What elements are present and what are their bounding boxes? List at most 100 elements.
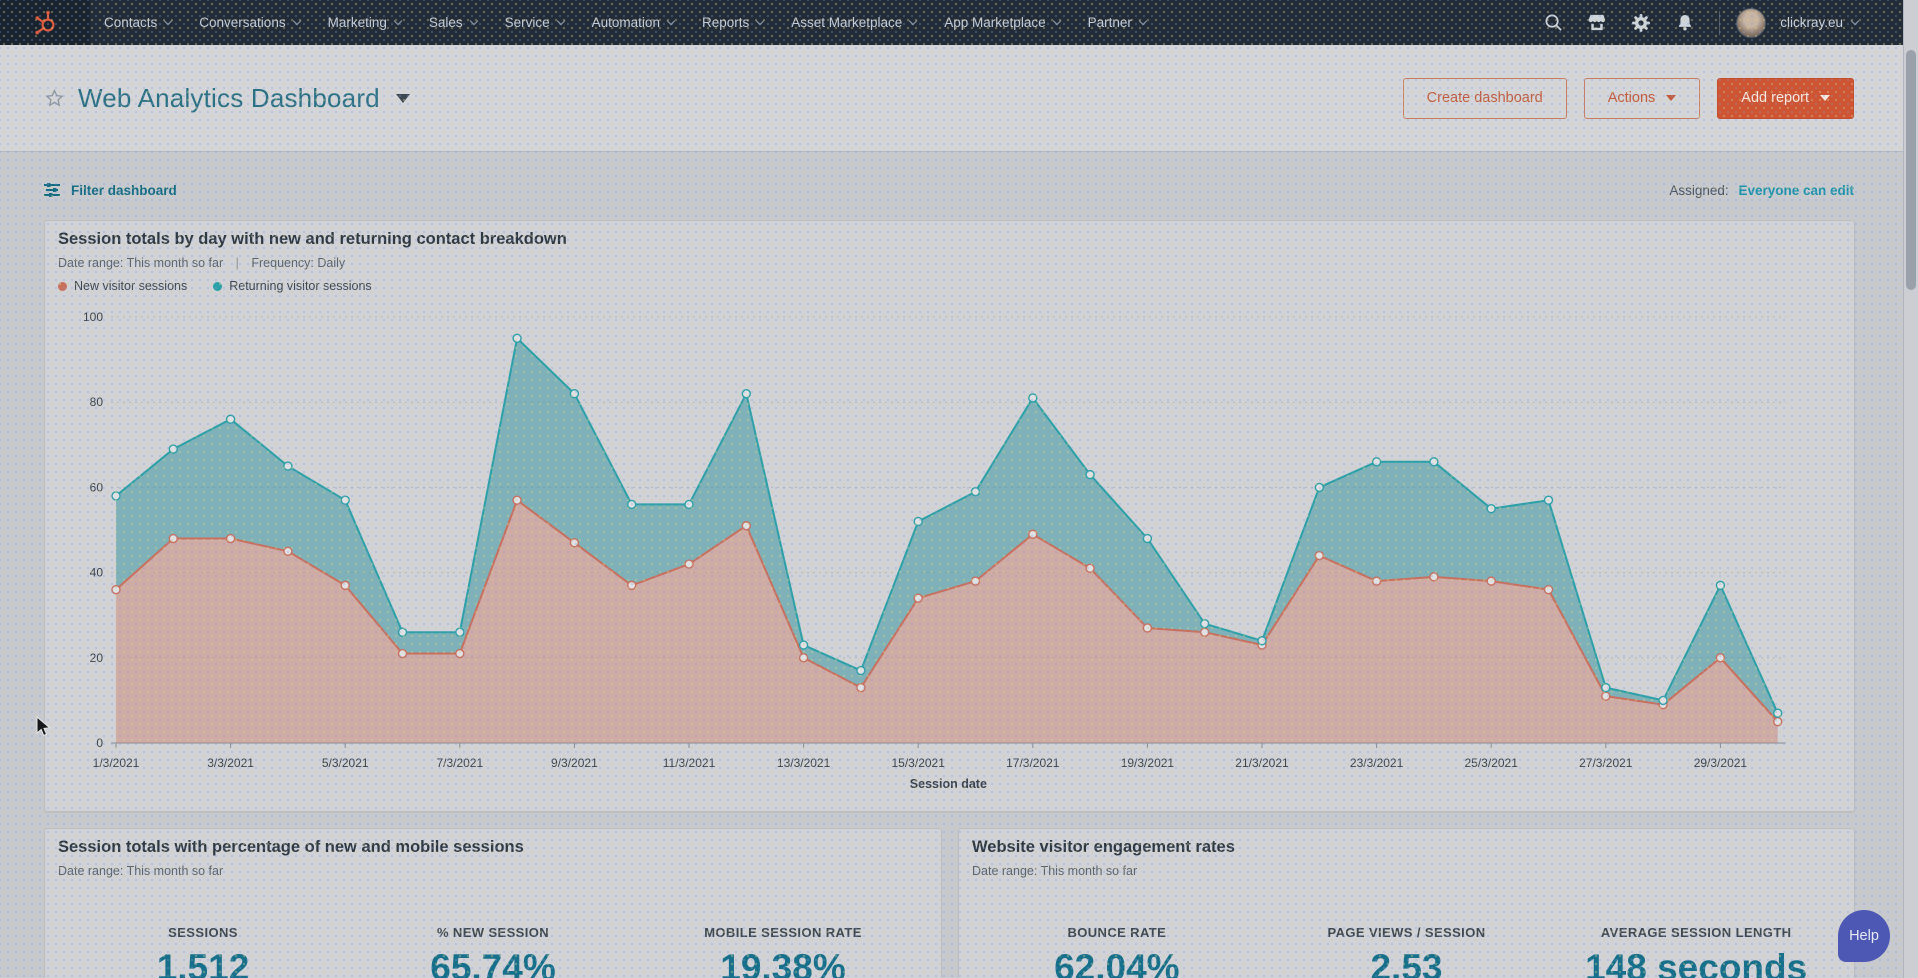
help-button[interactable]: Help [1838,910,1890,962]
nav-item-reports[interactable]: Reports [688,0,777,45]
page-scrollbar[interactable] [1903,0,1918,978]
nav-item-asset-marketplace[interactable]: Asset Marketplace [777,0,930,45]
metric-label: SESSIONS [58,925,348,940]
metrics-row: BOUNCE RATE62.04%PAGE VIEWS / SESSION 2.5… [972,925,1841,978]
nav-item-label: Contacts [104,15,157,30]
nav-menu: Contacts Conversations Marketing Sales Servi… [90,0,1160,45]
dashboard-header: Web Analytics Dashboard Create dashboard… [0,45,1918,152]
metric: BOUNCE RATE62.04% [972,925,1262,978]
user-avatar[interactable] [1736,8,1766,38]
date-range-label: Date range: [58,256,123,270]
svg-text:11/3/2021: 11/3/2021 [663,756,716,770]
nav-item-label: Automation [592,15,660,30]
chevron-down-icon [909,16,917,24]
svg-text:60: 60 [90,480,104,494]
legend-dot-icon [58,282,67,291]
chart-legend: New visitor sessions Returning visitor se… [58,279,1841,293]
nav-item-app-marketplace[interactable]: App Marketplace [930,0,1073,45]
hubspot-logo[interactable] [0,0,90,45]
metric: AVERAGE SESSION LENGTH148 seconds [1551,925,1841,978]
scrollbar-thumb[interactable] [1906,50,1916,290]
nav-item-label: App Marketplace [944,15,1045,30]
svg-text:17/3/2021: 17/3/2021 [1006,756,1060,770]
svg-text:23/3/2021: 23/3/2021 [1350,756,1404,770]
create-dashboard-label: Create dashboard [1427,90,1543,106]
metric-label: AVERAGE SESSION LENGTH [1551,925,1841,940]
nav-item-label: Asset Marketplace [791,15,902,30]
sessions-chart-card: 0204060801001/3/20213/3/20215/3/20217/3/… [44,220,1855,812]
page-title: Web Analytics Dashboard [78,83,380,114]
chevron-down-icon [394,16,402,24]
svg-text:25/3/2021: 25/3/2021 [1465,756,1519,770]
caret-down-icon [1666,95,1676,101]
nav-item-label: Reports [702,15,749,30]
nav-item-conversations[interactable]: Conversations [185,0,313,45]
create-dashboard-button[interactable]: Create dashboard [1403,78,1567,119]
card-title: Website visitor engagement rates [972,838,1841,857]
chevron-down-icon [667,16,675,24]
sessions-area-chart: 0204060801001/3/20213/3/20215/3/20217/3/… [45,221,1854,811]
card-title: Session totals with percentage of new an… [58,838,928,857]
chevron-down-icon [1851,16,1859,24]
nav-item-label: Marketing [328,15,387,30]
actions-button[interactable]: Actions [1584,78,1701,119]
nav-item-contacts[interactable]: Contacts [90,0,185,45]
chevron-down-icon [556,16,564,24]
chevron-down-icon [164,16,172,24]
chevron-down-icon [469,16,477,24]
engagement-rates-card: Website visitor engagement rates Date ra… [958,828,1855,978]
metric-value: 2.53 [1262,947,1552,978]
date-range-value: This month so far [127,864,224,878]
account-menu[interactable]: clickray.eu [1780,15,1858,30]
session-totals-card: Session totals with percentage of new an… [44,828,942,978]
favorite-star-icon[interactable] [44,88,65,109]
search-icon[interactable] [1535,5,1571,41]
svg-text:29/3/2021: 29/3/2021 [1694,756,1748,770]
svg-text:0: 0 [96,736,103,750]
metric-label: PAGE VIEWS / SESSION [1262,925,1552,940]
dashboard-toolbar: Filter dashboard Assigned: Everyone can … [44,178,1854,202]
dashboard-switcher-caret[interactable] [396,94,410,103]
add-report-button[interactable]: Add report [1717,78,1854,119]
nav-item-service[interactable]: Service [491,0,578,45]
assigned-label: Assigned: [1669,183,1728,198]
metric: PAGE VIEWS / SESSION 2.53 [1262,925,1552,978]
marketplace-icon[interactable] [1579,5,1615,41]
metric: MOBILE SESSION RATE19.38% [638,925,928,978]
caret-down-icon [1820,95,1830,101]
nav-item-label: Sales [429,15,463,30]
legend-item[interactable]: New visitor sessions [58,279,187,293]
nav-item-marketing[interactable]: Marketing [314,0,415,45]
date-range-label: Date range: [972,864,1037,878]
nav-right-tools: clickray.eu [1535,5,1918,41]
settings-icon[interactable] [1623,5,1659,41]
header-actions: Create dashboard Actions Add report [1403,78,1854,119]
date-range-value: This month so far [127,256,224,270]
nav-item-automation[interactable]: Automation [578,0,688,45]
nav-item-sales[interactable]: Sales [415,0,491,45]
nav-item-label: Service [505,15,550,30]
legend-item[interactable]: Returning visitor sessions [213,279,371,293]
svg-text:15/3/2021: 15/3/2021 [892,756,946,770]
nav-item-label: Conversations [199,15,285,30]
metric-value: 1,512 [58,947,348,978]
chevron-down-icon [1052,16,1060,24]
svg-text:100: 100 [83,310,103,324]
nav-item-label: Partner [1088,15,1132,30]
svg-text:1/3/2021: 1/3/2021 [93,756,140,770]
svg-text:13/3/2021: 13/3/2021 [777,756,831,770]
nav-item-partner[interactable]: Partner [1074,0,1160,45]
notifications-icon[interactable] [1667,5,1703,41]
svg-text:9/3/2021: 9/3/2021 [551,756,598,770]
legend-dot-icon [213,282,222,291]
chevron-down-icon [292,16,300,24]
top-nav: Contacts Conversations Marketing Sales Servi… [0,0,1918,45]
metric-value: 19.38% [638,947,928,978]
subtitle-separator: | [236,256,239,270]
assigned-value-link[interactable]: Everyone can edit [1738,183,1854,198]
filter-sliders-icon [44,183,61,197]
filter-dashboard-link[interactable]: Filter dashboard [44,183,177,198]
svg-text:20: 20 [90,651,104,665]
svg-text:5/3/2021: 5/3/2021 [322,756,369,770]
chart-card-header: Session totals by day with new and retur… [45,221,1854,293]
